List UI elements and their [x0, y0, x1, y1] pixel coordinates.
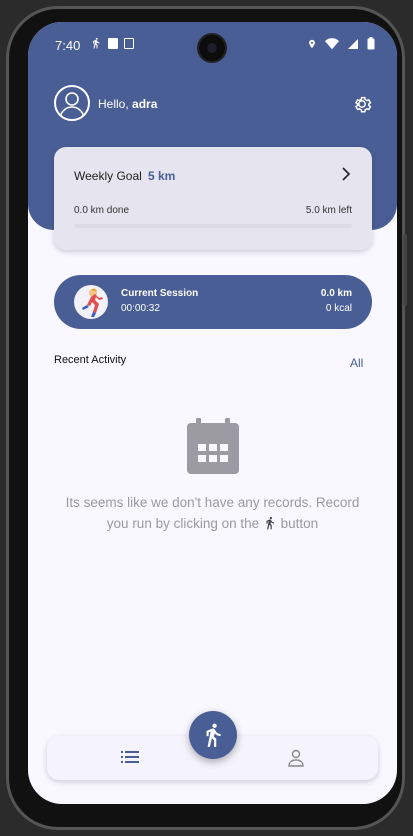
runner-emoji-icon: [82, 288, 103, 317]
empty-state-line1: Its seems like we don't have any records…: [65, 495, 360, 510]
runner-notification-icon: [93, 37, 100, 49]
status-notification-icons: [90, 37, 134, 49]
session-label: Current Session: [121, 288, 199, 299]
start-run-button[interactable]: [189, 711, 237, 759]
battery-icon: [367, 37, 375, 50]
chevron-right-icon: [342, 167, 351, 181]
greeting-text: Hello, adra: [98, 97, 157, 111]
weekly-goal-value: 5 km: [148, 169, 176, 183]
list-icon[interactable]: [121, 750, 139, 764]
location-icon: [309, 39, 315, 48]
runner-icon: [266, 516, 274, 530]
recent-activity-title: Recent Activity: [54, 354, 127, 366]
session-calories: 0 kcal: [325, 303, 352, 314]
empty-state-line2-before: you run by clicking on the: [106, 516, 263, 531]
session-duration: 00:00:32: [121, 303, 160, 314]
empty-state-line2-after: button: [276, 516, 319, 531]
goal-left-text: 5.0 km left: [305, 205, 352, 216]
person-icon: [59, 92, 85, 118]
power-button: [403, 234, 407, 306]
phone-frame: 7:40 Hello, adra Weekly Goal 5 km 0.0 km…: [6, 6, 407, 830]
empty-state-message: Its seems like we don't have any records…: [50, 492, 375, 534]
sd-card-icon: [108, 37, 118, 49]
recent-all-link[interactable]: All: [350, 356, 363, 370]
front-camera: [199, 35, 225, 61]
status-time: 7:40: [55, 38, 81, 53]
current-session-card[interactable]: Current Session 00:00:32 0.0 km 0 kcal: [54, 275, 372, 329]
weekly-goal-card[interactable]: Weekly Goal 5 km 0.0 km done 5.0 km left: [54, 147, 372, 250]
user-avatar[interactable]: [54, 85, 90, 121]
goal-done-text: 0.0 km done: [74, 205, 130, 216]
user-name: adra: [132, 97, 158, 111]
signal-icon: [348, 38, 358, 49]
session-distance: 0.0 km: [320, 288, 352, 299]
app-screen: 7:40 Hello, adra Weekly Goal 5 km 0.0 km…: [28, 22, 397, 804]
runner-illustration: [74, 285, 108, 319]
status-system-icons: [307, 37, 375, 50]
goal-progress-bar: [74, 224, 352, 228]
calendar-icon: [187, 418, 239, 474]
wifi-icon: [325, 37, 339, 49]
weekly-goal-title: Weekly Goal: [74, 169, 142, 183]
gear-icon[interactable]: [351, 93, 373, 115]
status-bar: 7:40: [28, 22, 397, 68]
greeting-prefix: Hello,: [98, 97, 133, 111]
runner-icon: [206, 723, 221, 747]
person-outline-icon[interactable]: [287, 749, 305, 767]
app-notification-icon: [124, 37, 134, 49]
